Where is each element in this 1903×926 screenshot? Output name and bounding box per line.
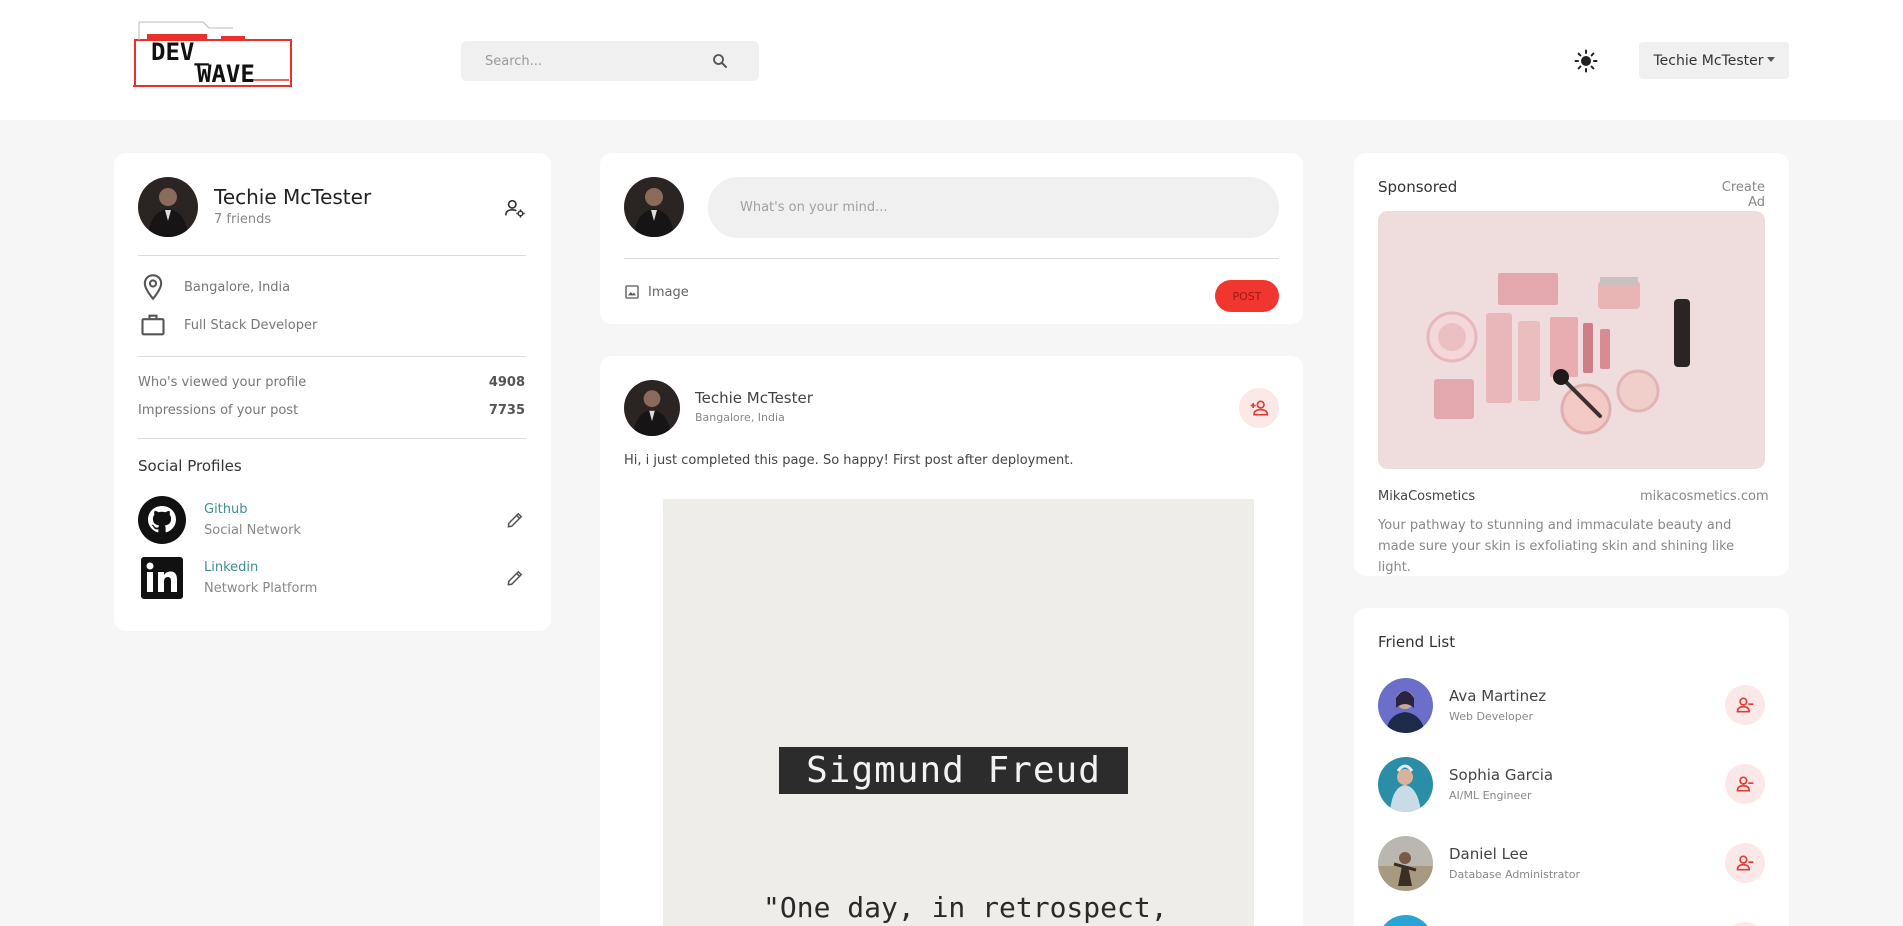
image-icon: [625, 285, 639, 299]
remove-friend-button[interactable]: [1725, 843, 1765, 883]
location-pin-icon: [139, 273, 167, 301]
ad-image[interactable]: [1378, 211, 1765, 469]
post-image[interactable]: Sigmund Freud "One day, in retrospect,: [663, 499, 1254, 926]
edit-linkedin-icon[interactable]: [505, 568, 525, 588]
logo-text-line2: WAVE: [197, 60, 255, 88]
add-image-button[interactable]: Image: [624, 284, 689, 300]
briefcase-icon: [139, 311, 167, 339]
friend-avatar[interactable]: [1378, 678, 1433, 733]
ad-url-link[interactable]: mikacosmetics.com: [1640, 489, 1769, 504]
remove-friend-button[interactable]: [1725, 685, 1765, 725]
friend-name[interactable]: Sophia Garcia: [1449, 766, 1553, 784]
ad-brand: MikaCosmetics: [1378, 489, 1476, 504]
profile-views-value: 4908: [488, 375, 525, 390]
friend-role: Database Administrator: [1449, 868, 1580, 881]
profile-divider: [138, 356, 526, 357]
sponsored-title: Sponsored: [1378, 178, 1458, 196]
add-image-label: Image: [648, 284, 689, 300]
profile-divider: [138, 255, 526, 256]
edit-github-icon[interactable]: [505, 510, 525, 530]
github-icon[interactable]: [138, 496, 186, 544]
linkedin-subtitle: Network Platform: [204, 581, 318, 596]
remove-friend-button[interactable]: [1725, 764, 1765, 804]
person-add-icon: [1250, 400, 1269, 416]
post-button[interactable]: POST: [1215, 280, 1279, 312]
post-composer-input[interactable]: [708, 177, 1279, 238]
profile-divider: [138, 438, 526, 439]
social-profiles-title: Social Profiles: [138, 457, 242, 475]
person-remove-icon: [1736, 855, 1754, 871]
friend-name[interactable]: Daniel Lee: [1449, 845, 1528, 863]
composer-divider: [624, 258, 1279, 259]
post-author-avatar[interactable]: [624, 380, 680, 436]
manage-account-icon[interactable]: [504, 197, 526, 219]
person-remove-icon: [1736, 697, 1754, 713]
friend-avatar[interactable]: [1378, 757, 1433, 812]
linkedin-link[interactable]: Linkedin: [204, 560, 258, 575]
friend-name[interactable]: Ava Martinez: [1449, 687, 1546, 705]
search-bar: [461, 41, 759, 81]
dev-wave-logo[interactable]: DEV_ WAVE: [133, 20, 293, 88]
linkedin-icon[interactable]: [138, 554, 186, 602]
github-link[interactable]: Github: [204, 502, 248, 517]
sun-icon[interactable]: [1574, 49, 1598, 73]
ad-description: Your pathway to stunning and immaculate …: [1378, 518, 1735, 575]
post-author-name[interactable]: Techie McTester: [695, 389, 813, 407]
friend-avatar[interactable]: [1378, 836, 1433, 891]
person-remove-icon: [1736, 776, 1754, 792]
profile-name[interactable]: Techie McTester: [214, 185, 371, 209]
profile-avatar[interactable]: [138, 177, 198, 237]
composer-avatar: [624, 177, 684, 237]
post-impressions-value: 7735: [488, 403, 525, 418]
post-text: Hi, i just completed this page. So happy…: [624, 453, 1074, 468]
profile-occupation: Full Stack Developer: [184, 318, 318, 333]
friend-role: AI/ML Engineer: [1449, 789, 1532, 802]
profile-views-label: Who's viewed your profile: [138, 375, 307, 390]
friend-list-title: Friend List: [1378, 633, 1456, 651]
create-ad-link[interactable]: Create Ad: [1702, 180, 1765, 210]
friend-role: Web Developer: [1449, 710, 1534, 723]
github-subtitle: Social Network: [204, 523, 301, 538]
post-author-location: Bangalore, India: [695, 411, 785, 424]
add-friend-button[interactable]: [1239, 388, 1279, 428]
post-image-quote: "One day, in retrospect,: [763, 891, 1168, 924]
navbar: DEV_ WAVE Techie McTester: [0, 0, 1903, 120]
post-impressions-label: Impressions of your post: [138, 403, 299, 418]
profile-location: Bangalore, India: [184, 280, 291, 295]
search-input[interactable]: [461, 41, 701, 81]
search-icon[interactable]: [711, 52, 729, 70]
user-menu-label: Techie McTester: [1653, 52, 1764, 69]
chevron-down-icon: [1766, 57, 1775, 62]
user-menu-dropdown[interactable]: Techie McTester: [1639, 42, 1789, 79]
post-image-title: Sigmund Freud: [779, 747, 1128, 794]
profile-friends-count: 7 friends: [214, 212, 272, 227]
